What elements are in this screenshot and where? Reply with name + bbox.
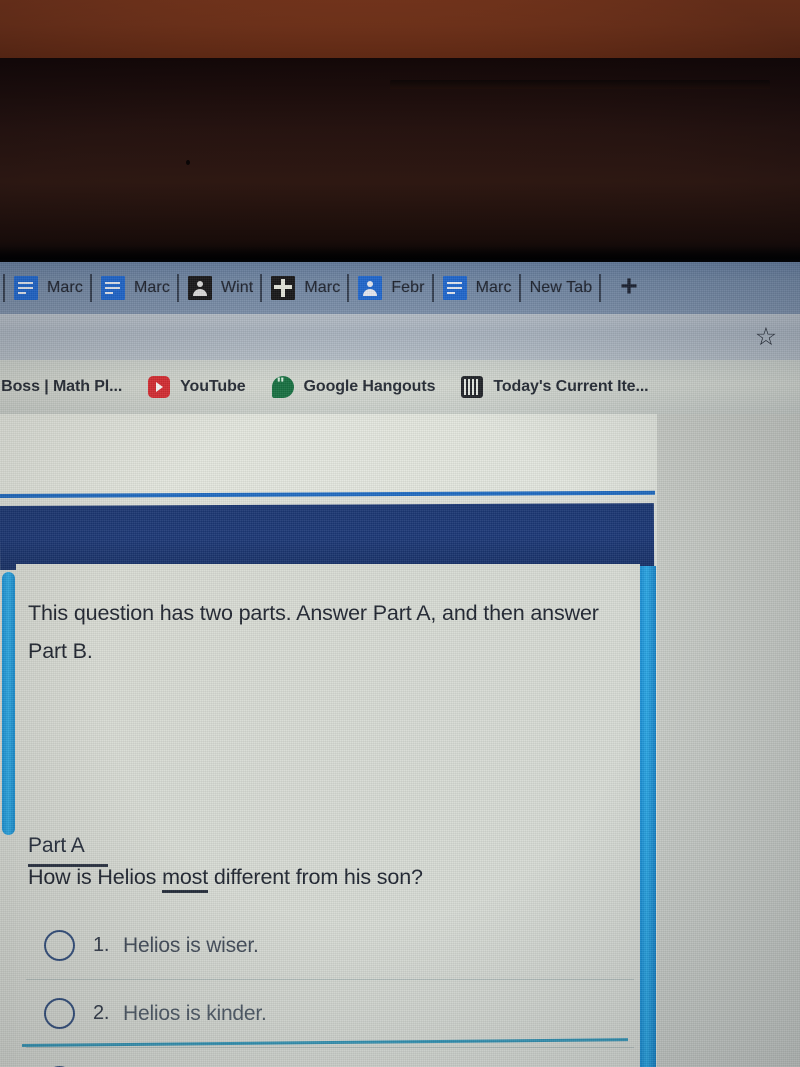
bookmark-label: Google Hangouts xyxy=(303,378,436,395)
bookmarks-bar: ift Boss | Math Pl... YouTube Google Han… xyxy=(0,360,800,414)
tab-title: Marc xyxy=(475,279,512,296)
tab-separator xyxy=(176,274,179,302)
radio-button-icon[interactable] xyxy=(44,998,75,1029)
google-docs-icon xyxy=(100,276,125,300)
tab-title: Marc xyxy=(133,279,170,296)
bezel-lip xyxy=(390,80,770,89)
bezel-speck xyxy=(186,160,190,165)
news-icon xyxy=(461,376,484,398)
tab-separator xyxy=(599,274,602,302)
bookmark-item-hangouts[interactable]: Google Hangouts xyxy=(271,374,436,398)
prompt-text-after: different from his son? xyxy=(208,865,423,889)
person-blue-icon xyxy=(358,276,383,300)
page-viewport: This question has two parts. Answer Part… xyxy=(0,414,800,1067)
bookmark-star-icon[interactable]: ☆ xyxy=(753,324,779,350)
bookmark-item-math-pl[interactable]: ift Boss | Math Pl... xyxy=(0,378,122,396)
tab-title: Febr xyxy=(391,279,425,296)
google-docs-icon xyxy=(442,276,467,300)
bookmark-label: YouTube xyxy=(180,378,246,395)
tab-separator xyxy=(518,274,521,302)
page-header-area xyxy=(0,414,657,496)
tab-title: Marc xyxy=(47,279,83,296)
browser-tab-3[interactable]: Wint xyxy=(182,262,257,314)
option-text: Helios is kinder. xyxy=(123,1001,267,1025)
address-bar-row[interactable] xyxy=(0,314,800,360)
tab-separator xyxy=(431,274,434,302)
tab-separator xyxy=(3,274,5,302)
option-text: Helios is wiser. xyxy=(123,933,259,957)
part-a-label: Part A xyxy=(28,834,85,857)
prompt-text-before: How is Helios xyxy=(28,865,163,889)
tab-title: Marc xyxy=(304,279,341,296)
question-card: This question has two parts. Answer Part… xyxy=(16,564,640,1067)
page-right-accent-bar[interactable] xyxy=(639,566,656,1067)
tab-separator xyxy=(347,274,350,302)
bookmark-item-todays-current-items[interactable]: Today's Current Ite... xyxy=(461,376,649,398)
bookmark-label: ift Boss | Math Pl... xyxy=(0,378,123,395)
photographed-laptop-screen: Marc Marc Wint Marc Febr Marc New Tab + … xyxy=(0,0,800,1067)
question-prompt: How is Helios most different from his so… xyxy=(28,865,423,893)
bookmark-label: Today's Current Ite... xyxy=(493,378,649,395)
tab-title: New Tab xyxy=(529,279,593,296)
browser-tab-strip: Marc Marc Wint Marc Febr Marc New Tab + xyxy=(0,262,800,314)
browser-tab-4[interactable]: Marc xyxy=(265,262,344,314)
cross-dark-icon xyxy=(271,276,296,300)
browser-tab-1[interactable]: Marc xyxy=(8,262,87,314)
radio-button-icon[interactable] xyxy=(44,930,75,961)
option-number: 2. xyxy=(93,1002,110,1024)
option-number: 1. xyxy=(93,934,110,956)
tab-title: Wint xyxy=(220,279,254,296)
prompt-emphasis-word: most xyxy=(162,865,208,893)
browser-tab-2[interactable]: Marc xyxy=(95,262,174,314)
desk-surface xyxy=(0,0,800,62)
browser-tab-5[interactable]: Febr xyxy=(352,262,428,314)
youtube-icon xyxy=(148,376,171,398)
question-intro-text: This question has two parts. Answer Part… xyxy=(28,601,599,663)
new-tab-button[interactable]: + xyxy=(604,271,654,302)
bookmark-item-youtube[interactable]: YouTube xyxy=(148,376,246,398)
answer-option-2[interactable]: 2. Helios is kinder. xyxy=(26,980,634,1048)
person-dark-icon xyxy=(187,276,212,300)
browser-tab-7-new-tab[interactable]: New Tab xyxy=(524,262,597,314)
scrollbar-thumb[interactable] xyxy=(2,572,15,835)
hangouts-icon xyxy=(271,374,294,398)
answer-option-1[interactable]: 1. Helios is wiser. xyxy=(26,912,634,980)
browser-tab-6[interactable]: Marc xyxy=(437,262,516,314)
tab-separator xyxy=(89,274,92,302)
assessment-toolbar xyxy=(0,503,655,570)
google-docs-icon xyxy=(14,276,38,300)
tab-separator xyxy=(260,274,263,302)
answer-option-3[interactable]: 3. Helios is more honest. xyxy=(26,1048,634,1067)
